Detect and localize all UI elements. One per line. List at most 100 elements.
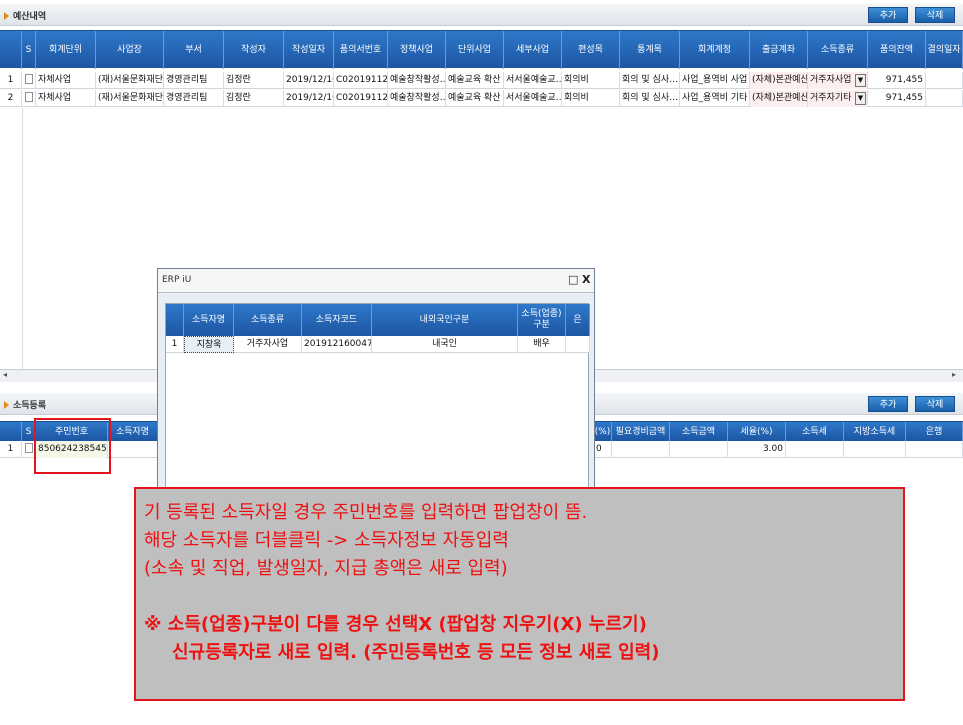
cell-out-account[interactable]: (자체)본관예산 xyxy=(750,90,808,107)
income-add-button[interactable]: 추가 xyxy=(868,396,908,412)
note-line-2: 해당 소득자를 더블클릭 -> 소득자정보 자동입력 xyxy=(144,530,509,551)
income-delete-button[interactable]: 삭제 xyxy=(915,396,955,412)
cell-resolution-date[interactable] xyxy=(926,90,963,107)
cell-pct[interactable]: 0 xyxy=(594,441,612,458)
popup-cell-name[interactable]: 지창욱 xyxy=(184,336,234,353)
cell-doc-no[interactable]: C02019112500003 xyxy=(334,72,388,89)
cell-writer[interactable]: 김정란 xyxy=(224,90,284,107)
header-stat-item[interactable]: 통계목 xyxy=(620,31,680,69)
cell-dept[interactable]: 경영관리팀 xyxy=(164,90,224,107)
cell-budget-item[interactable]: 회의비 xyxy=(562,72,620,89)
cell-bank[interactable] xyxy=(906,441,963,458)
header-date[interactable]: 작성일자 xyxy=(284,31,334,69)
cell-account[interactable]: 사업_용역비 사업 xyxy=(680,72,750,89)
header-income-tax[interactable]: 소득세 xyxy=(786,422,844,442)
cell-income-type[interactable]: 거주자기타 ▼ xyxy=(808,90,868,107)
header-doc-no[interactable]: 품의서번호 xyxy=(334,31,388,69)
header-balance[interactable]: 품의잔액 xyxy=(868,31,926,69)
dropdown-arrow-icon[interactable]: ▼ xyxy=(855,74,866,87)
popup-cell-bank[interactable] xyxy=(566,336,590,353)
cell-date[interactable]: 2019/12/16 xyxy=(284,72,334,89)
cell-site[interactable]: (재)서울문화재단 xyxy=(96,72,164,89)
header-account[interactable]: 회계계정 xyxy=(680,31,750,69)
checkbox-icon[interactable] xyxy=(24,92,33,102)
header-s[interactable]: S xyxy=(22,31,36,69)
cell-income-tax[interactable] xyxy=(786,441,844,458)
cell-unit[interactable]: 자체사업 xyxy=(36,90,96,107)
header-unit-biz[interactable]: 단위사업 xyxy=(446,31,504,69)
header-resolution-date[interactable]: 결의일자 xyxy=(926,31,963,69)
popup-header-category[interactable]: 소득(업종) 구분 xyxy=(518,304,566,336)
header-policy[interactable]: 정책사업 xyxy=(388,31,446,69)
header-site[interactable]: 사업장 xyxy=(96,31,164,69)
cell-balance[interactable]: 971,455 xyxy=(868,90,926,107)
cell-policy[interactable]: 예술창작활성… xyxy=(388,72,446,89)
header-local-tax[interactable]: 지방소득세 xyxy=(844,422,906,442)
cell-site[interactable]: (재)서울문화재단 xyxy=(96,90,164,107)
cell-detail[interactable]: 서서울예술교… xyxy=(504,72,562,89)
header-detail[interactable]: 세부사업 xyxy=(504,31,562,69)
popup-header-name[interactable]: 소득자명 xyxy=(184,304,234,336)
cell-tax-rate[interactable]: 3.00 xyxy=(728,441,786,458)
row-checkbox[interactable] xyxy=(22,90,36,107)
cell-balance[interactable]: 971,455 xyxy=(868,72,926,89)
cell-resolution-date[interactable] xyxy=(926,72,963,89)
popup-row[interactable]: 1 지창욱 거주자사업 201912160047 내국인 배우 xyxy=(166,336,590,353)
cell-policy[interactable]: 예술창작활성… xyxy=(388,90,446,107)
cell-out-account[interactable]: (자체)본관예산 xyxy=(750,72,808,89)
header-rownum xyxy=(0,31,22,69)
table-row[interactable]: 2 자체사업 (재)서울문화재단 경영관리팀 김정란 2019/12/16 C0… xyxy=(0,90,963,107)
income-section-title: 소득등록 xyxy=(4,398,46,411)
cell-date[interactable]: 2019/12/16 xyxy=(284,90,334,107)
header-unit[interactable]: 회계단위 xyxy=(36,31,96,69)
header-income-type[interactable]: 소득종류 xyxy=(808,31,868,69)
table-row[interactable]: 1 자체사업 (재)서울문화재단 경영관리팀 김정란 2019/12/16 C0… xyxy=(0,72,963,89)
cell-unit-biz[interactable]: 예술교육 확산 xyxy=(446,90,504,107)
cell-detail[interactable]: 서서울예술교… xyxy=(504,90,562,107)
cell-local-tax[interactable] xyxy=(844,441,906,458)
budget-section-title: 예산내역 xyxy=(4,9,46,22)
cell-income-type[interactable]: 거주자사업 ▼ xyxy=(808,72,868,89)
header-pct[interactable]: (%) xyxy=(594,422,612,442)
scroll-right-icon[interactable]: ▸ xyxy=(952,370,956,379)
popup-cell-type[interactable]: 거주자사업 xyxy=(234,336,302,353)
popup-cell-code[interactable]: 201912160047 xyxy=(302,336,372,353)
budget-delete-button[interactable]: 삭제 xyxy=(915,7,955,23)
budget-add-button[interactable]: 추가 xyxy=(868,7,908,23)
checkbox-icon[interactable] xyxy=(24,443,33,453)
cell-income-amount[interactable] xyxy=(670,441,728,458)
cell-budget-item[interactable]: 회의비 xyxy=(562,90,620,107)
header-earner-name[interactable]: 소득자명 xyxy=(108,422,158,442)
header-expense[interactable]: 필요경비금액 xyxy=(612,422,670,442)
popup-header-bank[interactable]: 은 xyxy=(566,304,590,336)
cell-stat-item[interactable]: 회의 및 심사… xyxy=(620,72,680,89)
header-out-account[interactable]: 출금계좌 xyxy=(750,31,808,69)
dropdown-arrow-icon[interactable]: ▼ xyxy=(855,92,866,105)
cell-account[interactable]: 사업_용역비 기타 xyxy=(680,90,750,107)
header-dept[interactable]: 부서 xyxy=(164,31,224,69)
cell-unit-biz[interactable]: 예술교육 확산 xyxy=(446,72,504,89)
popup-cell-domestic[interactable]: 내국인 xyxy=(372,336,518,353)
popup-cell-category[interactable]: 배우 xyxy=(518,336,566,353)
scroll-left-icon[interactable]: ◂ xyxy=(3,370,7,379)
cell-writer[interactable]: 김정란 xyxy=(224,72,284,89)
header-tax-rate[interactable]: 세율(%) xyxy=(728,422,786,442)
close-icon[interactable]: X xyxy=(582,273,590,286)
maximize-icon[interactable]: □ xyxy=(568,273,578,286)
popup-header-rownum xyxy=(166,304,184,336)
popup-header-type[interactable]: 소득종류 xyxy=(234,304,302,336)
cell-stat-item[interactable]: 회의 및 심사… xyxy=(620,90,680,107)
header-budget-item[interactable]: 편성목 xyxy=(562,31,620,69)
popup-header-code[interactable]: 소득자코드 xyxy=(302,304,372,336)
row-checkbox[interactable] xyxy=(22,72,36,89)
popup-grid: 소득자명 소득종류 소득자코드 내외국인구분 소득(업종) 구분 은 1 지창욱… xyxy=(165,303,590,511)
header-writer[interactable]: 작성자 xyxy=(224,31,284,69)
cell-unit[interactable]: 자체사업 xyxy=(36,72,96,89)
header-income-amount[interactable]: 소득금액 xyxy=(670,422,728,442)
cell-doc-no[interactable]: C02019112500003 xyxy=(334,90,388,107)
checkbox-icon[interactable] xyxy=(24,74,33,84)
cell-expense[interactable] xyxy=(612,441,670,458)
popup-header-domestic[interactable]: 내외국인구분 xyxy=(372,304,518,336)
cell-dept[interactable]: 경영관리팀 xyxy=(164,72,224,89)
header-bank[interactable]: 은행 xyxy=(906,422,963,442)
